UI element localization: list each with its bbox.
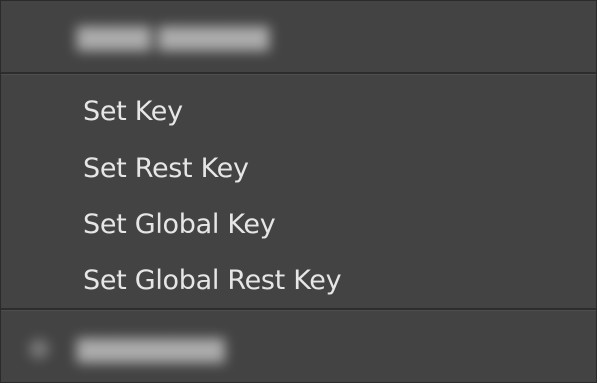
blurred-icon bbox=[29, 339, 49, 359]
menu-item-label: Set Rest Key bbox=[83, 152, 249, 184]
menu-item-set-global-rest-key[interactable]: Set Global Rest Key bbox=[1, 252, 596, 308]
menu-item-label: Set Key bbox=[83, 95, 183, 127]
menu-divider bbox=[1, 72, 596, 75]
blurred-menu-item-top[interactable]: ▇▇▇▇ ▇▇▇▇▇▇ bbox=[1, 1, 596, 73]
menu-item-set-global-key[interactable]: Set Global Key bbox=[1, 196, 596, 252]
context-menu: ▇▇▇▇ ▇▇▇▇▇▇ Set Key Set Rest Key Set Glo… bbox=[0, 0, 597, 383]
menu-item-label: Set Global Rest Key bbox=[83, 264, 342, 296]
blurred-menu-item-bottom[interactable]: ▇▇▇▇▇▇▇▇ bbox=[1, 311, 596, 383]
menu-item-label: Set Global Key bbox=[83, 208, 276, 240]
blurred-label: ▇▇▇▇▇▇▇▇ bbox=[77, 335, 225, 363]
blurred-label: ▇▇▇▇ ▇▇▇▇▇▇ bbox=[77, 23, 270, 51]
menu-item-set-rest-key[interactable]: Set Rest Key bbox=[1, 140, 596, 196]
menu-item-set-key[interactable]: Set Key bbox=[1, 83, 596, 139]
